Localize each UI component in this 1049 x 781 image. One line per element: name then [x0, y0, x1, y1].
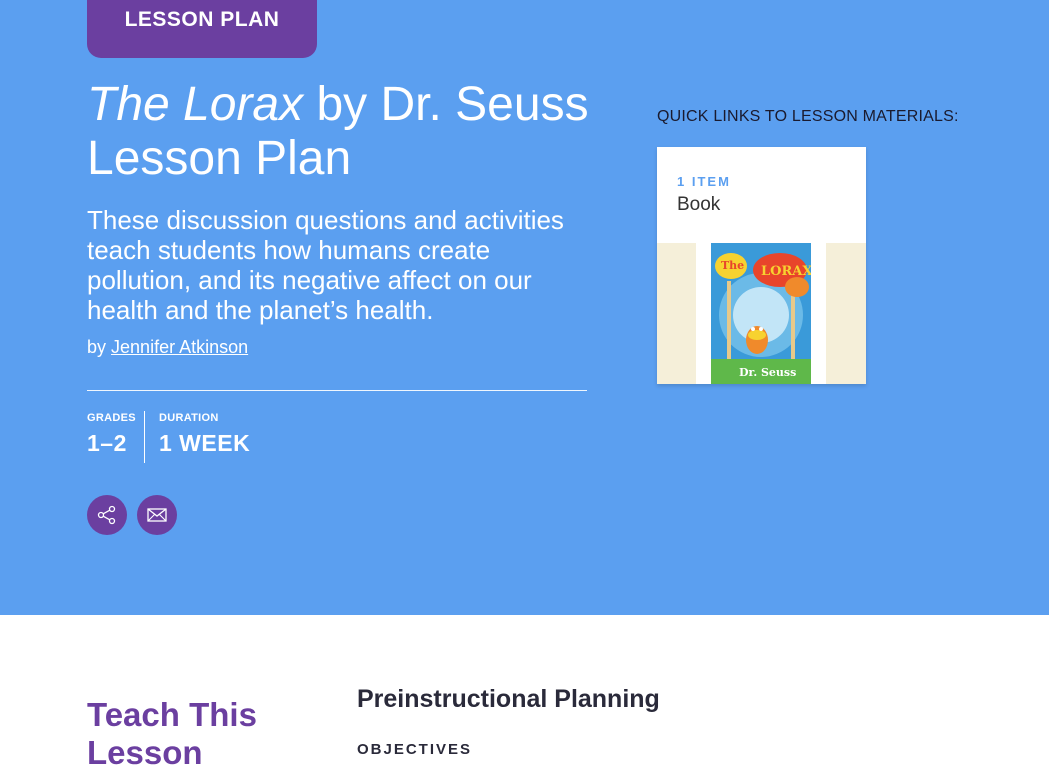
- duration-block: DURATION 1 WEEK: [159, 412, 250, 457]
- author-link[interactable]: Jennifer Atkinson: [111, 337, 248, 357]
- byline-prefix: by: [87, 337, 107, 357]
- card-item-count: 1 ITEM: [677, 174, 731, 189]
- lorax-cover-art: The LORAX Dr. Seuss: [711, 243, 811, 384]
- share-button[interactable]: [87, 495, 127, 535]
- quick-links-heading: QUICK LINKS TO LESSON MATERIALS:: [657, 108, 959, 125]
- meta-separator: [144, 411, 145, 463]
- byline: by Jennifer Atkinson: [87, 337, 248, 358]
- lesson-plan-tag-label: LESSON PLAN: [124, 8, 280, 31]
- duration-label: DURATION: [159, 412, 219, 424]
- grades-block: GRADES 1–2: [87, 412, 136, 457]
- svg-text:The: The: [721, 259, 744, 272]
- email-icon: [147, 508, 167, 522]
- card-type: Book: [677, 194, 721, 215]
- page-title: The Lorax by Dr. Seuss Lesson Plan: [87, 78, 607, 186]
- title-book-name: The Lorax: [87, 78, 304, 131]
- duration-value: 1 WEEK: [159, 430, 251, 456]
- svg-text:LORAX: LORAX: [761, 264, 811, 279]
- book-cover-frame: The LORAX Dr. Seuss: [696, 243, 826, 384]
- email-button[interactable]: [137, 495, 177, 535]
- lesson-plan-tag: LESSON PLAN: [87, 0, 317, 58]
- objectives-label: OBJECTIVES: [357, 741, 473, 758]
- preinstructional-planning-title: Preinstructional Planning: [357, 685, 660, 713]
- svg-text:Dr. Seuss: Dr. Seuss: [739, 366, 796, 379]
- teach-this-lesson-heading: Teach This Lesson: [87, 696, 257, 771]
- book-image-area: The LORAX Dr. Seuss: [657, 243, 866, 384]
- grades-label: GRADES: [87, 412, 136, 424]
- hero-divider: [87, 390, 587, 391]
- lesson-hero: LESSON PLAN The Lorax by Dr. Seuss Lesso…: [0, 0, 1049, 615]
- lesson-description: These discussion questions and activitie…: [87, 205, 564, 325]
- share-icon: [97, 505, 116, 525]
- grades-value: 1–2: [87, 430, 127, 456]
- book-material-card[interactable]: 1 ITEM Book The LORAX Dr. Seuss: [657, 147, 866, 384]
- book-cover-image: The LORAX Dr. Seuss: [711, 243, 811, 384]
